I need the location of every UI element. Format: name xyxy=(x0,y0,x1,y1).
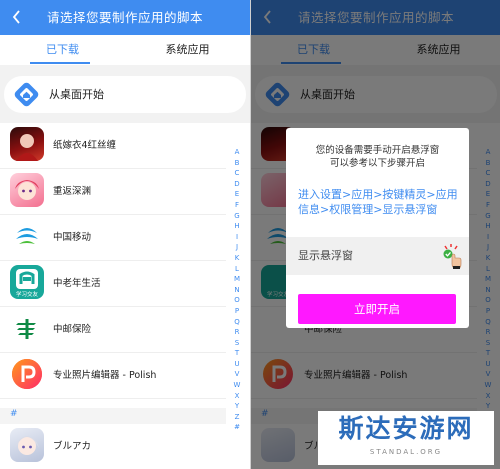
postal-insurance-icon xyxy=(10,311,44,345)
dialog-message: 您的设备需要手动开启悬浮窗 xyxy=(315,145,440,156)
index-letter[interactable]: # xyxy=(230,422,244,433)
game-red-cover-icon xyxy=(10,127,44,161)
app-name: 纸嫁衣4红丝缠 xyxy=(53,140,117,151)
section-header: # xyxy=(0,408,226,424)
index-letter[interactable]: A xyxy=(230,147,244,158)
app-name: 中国移动 xyxy=(53,232,92,243)
app-name: ブルアカ xyxy=(53,441,92,452)
index-letter[interactable]: P xyxy=(230,306,244,317)
tab-downloaded[interactable]: 已下载 xyxy=(0,35,125,65)
app-list-screen: 请选择您要制作应用的脚本 已下载 系统应用 从桌面开始 纸嫁衣4红丝缠 重返深渊… xyxy=(0,0,250,469)
index-letter[interactable]: I xyxy=(230,232,244,243)
index-letter[interactable]: M xyxy=(230,274,244,285)
dialog-steps-continued: 信息>权限管理>显示悬浮窗 xyxy=(298,203,438,216)
index-letter[interactable]: Z xyxy=(230,412,244,423)
index-letter[interactable]: C xyxy=(230,168,244,179)
list-item-app[interactable]: 专业照片编辑器 - Polish xyxy=(0,353,226,399)
section-letter: # xyxy=(10,409,18,419)
floating-window-permission-dialog: 您的设备需要手动开启悬浮窗 可以参考以下步骤开启 进入设置>应用>按键精灵>应用… xyxy=(286,128,469,328)
index-letter[interactable]: H xyxy=(230,221,244,232)
index-letter[interactable]: J xyxy=(230,242,244,253)
list-item-app[interactable]: ブルアカ xyxy=(0,424,226,469)
index-letter[interactable]: E xyxy=(230,189,244,200)
list-item-app[interactable]: 中国移动 xyxy=(0,215,226,261)
list-item-app[interactable]: 纸嫁衣4红丝缠 xyxy=(0,123,226,169)
index-letter[interactable]: D xyxy=(230,179,244,190)
list-item-app[interactable]: 学习交友 中老年生活 xyxy=(0,261,226,307)
tab-system-apps[interactable]: 系统应用 xyxy=(125,35,250,65)
index-letter[interactable]: T xyxy=(230,348,244,359)
index-letter[interactable]: R xyxy=(230,327,244,338)
index-letter[interactable]: X xyxy=(230,391,244,402)
app-name: 中邮保险 xyxy=(53,324,92,335)
desktop-label: 从桌面开始 xyxy=(49,88,104,101)
watermark: 斯达安游网 STANDAL.ORG xyxy=(318,411,494,465)
list-item-app[interactable]: 重返深渊 xyxy=(0,169,226,215)
index-letter[interactable]: Y xyxy=(230,401,244,412)
app-name: 中老年生活 xyxy=(53,278,101,289)
app-list: 纸嫁衣4红丝缠 重返深渊 中国移动 学习交友 中老年生活 中邮保险 专业照片编辑… xyxy=(0,123,250,469)
watermark-text: 斯达安游网 xyxy=(338,414,474,443)
index-letter[interactable]: O xyxy=(230,295,244,306)
blue-archive-character-icon xyxy=(10,428,44,462)
index-letter[interactable]: U xyxy=(230,359,244,370)
active-tab-indicator xyxy=(30,62,90,64)
alphabet-index[interactable]: A B C D E F G H I J K L M N O P Q R S T … xyxy=(230,147,244,433)
study-app-icon: 学习交友 xyxy=(10,265,44,299)
anime-pink-girl-icon xyxy=(10,173,44,207)
show-floating-window-row[interactable]: 显示悬浮窗 xyxy=(286,237,469,275)
index-letter[interactable]: V xyxy=(230,369,244,380)
dialog-steps: 进入设置>应用>按键精灵>应用 xyxy=(298,188,458,201)
app-list-screen-with-dialog: 请选择您要制作应用的脚本 已下载 系统应用 从桌面开始 纸嫁衣4红丝缠 重返深渊 xyxy=(250,0,500,469)
tab-bar: 已下载 系统应用 xyxy=(0,35,250,65)
index-letter[interactable]: W xyxy=(230,380,244,391)
index-letter[interactable]: G xyxy=(230,211,244,222)
home-diamond-icon xyxy=(14,82,39,107)
app-icon-caption: 学习交友 xyxy=(15,292,38,298)
app-name: 专业照片编辑器 - Polish xyxy=(53,370,157,381)
app-name: 重返深渊 xyxy=(53,186,92,197)
toggle-label: 显示悬浮窗 xyxy=(298,249,353,262)
dialog-message-secondary: 可以参考以下步骤开启 xyxy=(329,158,425,169)
index-letter[interactable]: S xyxy=(230,338,244,349)
checkmark-hand-icon xyxy=(443,244,462,269)
page-title: 请选择您要制作应用的脚本 xyxy=(46,10,203,25)
top-bar: 请选择您要制作应用的脚本 xyxy=(0,0,250,35)
index-letter[interactable]: K xyxy=(230,253,244,264)
index-letter[interactable]: B xyxy=(230,158,244,169)
enable-now-button[interactable]: 立即开启 xyxy=(298,294,456,324)
index-letter[interactable]: F xyxy=(230,200,244,211)
index-letter[interactable]: Q xyxy=(230,317,244,328)
desktop-section: 从桌面开始 xyxy=(0,65,250,123)
index-letter[interactable]: L xyxy=(230,264,244,275)
index-letter[interactable]: N xyxy=(230,285,244,296)
polish-p-icon xyxy=(10,357,44,391)
list-item-app[interactable]: 中邮保险 xyxy=(0,307,226,353)
china-mobile-icon xyxy=(10,219,44,253)
watermark-subtext: STANDAL.ORG xyxy=(369,448,443,456)
start-from-desktop-button[interactable]: 从桌面开始 xyxy=(4,76,246,113)
